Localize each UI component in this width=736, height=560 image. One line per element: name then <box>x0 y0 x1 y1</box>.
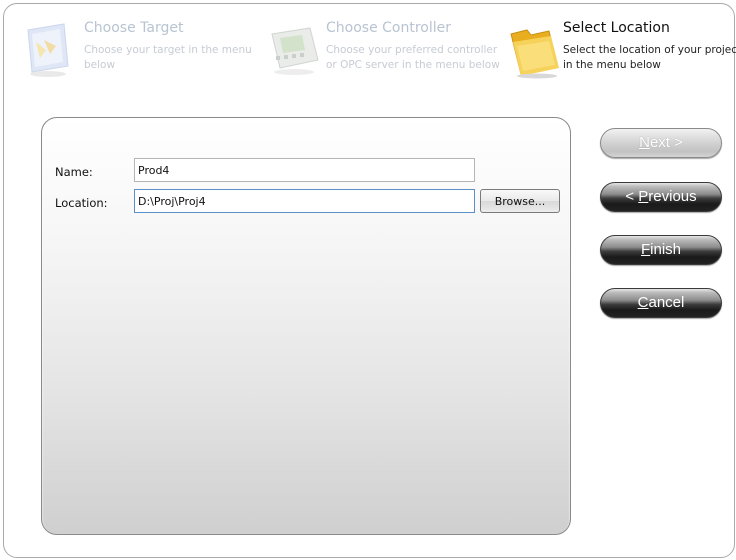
wizard-window: Choose Target Choose your target in the … <box>3 3 736 558</box>
previous-button[interactable]: < Previous <box>600 182 722 212</box>
step-description: Choose your preferred controller or OPC … <box>326 44 500 71</box>
name-label: Name: <box>55 165 93 179</box>
step-title: Choose Controller <box>326 20 452 36</box>
project-location-panel: Name: Location: Browse... <box>41 117 571 535</box>
browse-button[interactable]: Browse... <box>480 189 560 213</box>
step-description: Select the location of your project in t… <box>563 44 736 71</box>
step-title: Select Location <box>563 20 670 36</box>
controller-device-icon <box>266 20 324 80</box>
name-input[interactable] <box>134 158 475 182</box>
location-label: Location: <box>55 196 108 210</box>
finish-accel: F <box>640 241 651 258</box>
next-button[interactable]: Next > <box>600 128 722 158</box>
location-input[interactable] <box>134 189 475 213</box>
cancel-button[interactable]: Cancel <box>600 288 722 318</box>
target-folder-icon <box>24 20 82 80</box>
next-accel: N <box>639 134 650 151</box>
step-title: Choose Target <box>84 20 184 36</box>
cancel-accel: C <box>637 294 649 311</box>
folder-icon <box>507 20 565 80</box>
finish-button[interactable]: Finish <box>600 235 722 265</box>
cancel-label: ancel <box>648 294 685 311</box>
step-description: Choose your target in the menu below <box>84 44 252 71</box>
next-label: ext > <box>649 134 683 151</box>
previous-label: revious <box>648 188 697 205</box>
finish-label: inish <box>650 241 682 258</box>
previous-accel: P <box>638 188 649 205</box>
previous-prefix: < <box>625 188 639 205</box>
